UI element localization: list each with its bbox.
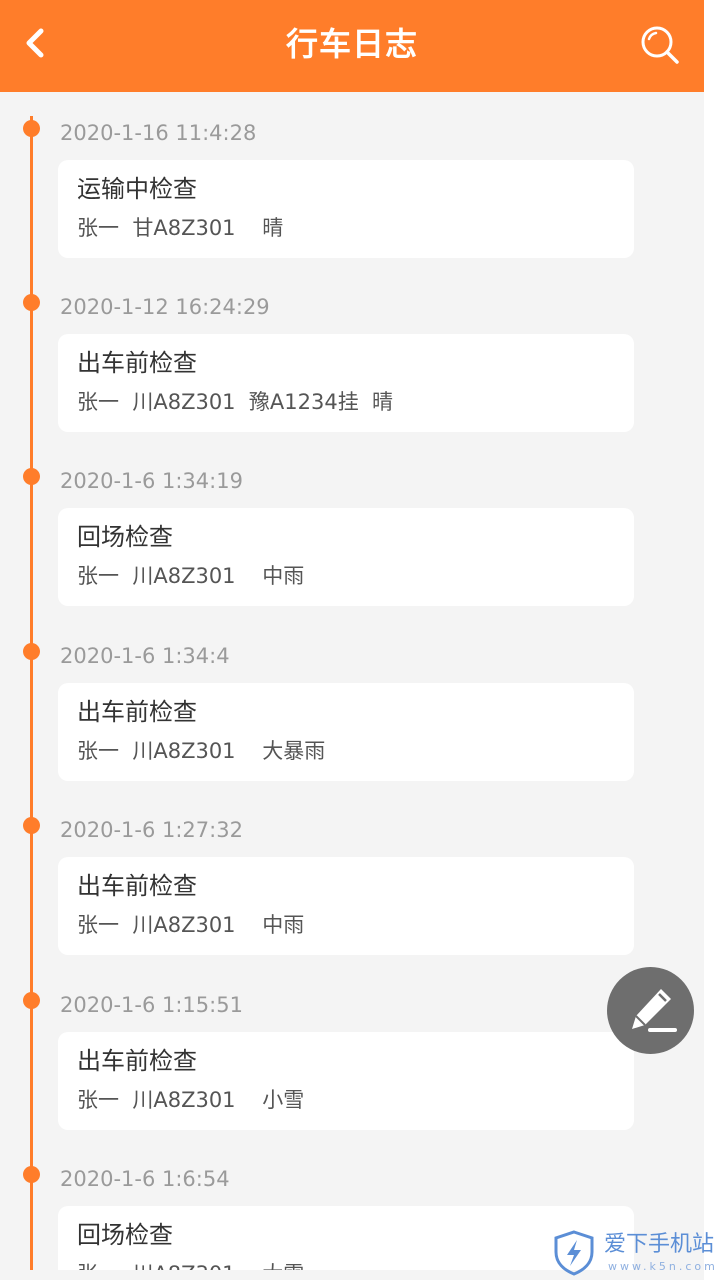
- log-timeline[interactable]: 2020-1-16 11:4:28 运输中检查 张一 甘A8Z301 晴 202…: [0, 92, 704, 1270]
- log-type: 回场检查: [77, 1221, 173, 1249]
- pencil-icon: [632, 989, 677, 1032]
- log-card[interactable]: 回场检查 张一 川A8Z301 中雨: [58, 508, 634, 606]
- log-timestamp: 2020-1-6 1:34:19: [60, 469, 243, 493]
- log-detail: 张一 川A8Z301 小雪: [77, 1088, 305, 1112]
- log-detail: 张一 川A8Z301 中雨: [77, 564, 305, 588]
- search-icon: [641, 26, 679, 64]
- log-card[interactable]: 回场检查 张一 川A8Z301 大雪: [58, 1206, 634, 1270]
- log-entry: 2020-1-6 1:34:19 回场检查 张一 川A8Z301 中雨: [0, 450, 704, 625]
- log-type: 出车前检查: [77, 349, 197, 377]
- timeline-dot: [23, 294, 40, 311]
- log-entry: 2020-1-12 16:24:29 出车前检查 张一 川A8Z301 豫A12…: [0, 276, 704, 451]
- log-type: 回场检查: [77, 523, 173, 551]
- watermark-url: www.k5n.com: [608, 1260, 718, 1273]
- log-entry: 2020-1-6 1:27:32 出车前检查 张一 川A8Z301 中雨: [0, 799, 704, 974]
- log-type: 运输中检查: [77, 175, 197, 203]
- log-timestamp: 2020-1-6 1:34:4: [60, 644, 230, 668]
- log-detail: 张一 川A8Z301 豫A1234挂 晴: [77, 390, 394, 414]
- log-type: 出车前检查: [77, 872, 197, 900]
- watermark-name: 爱下手机站: [604, 1232, 715, 1257]
- timeline-dot: [23, 120, 40, 137]
- log-detail: 张一 川A8Z301 中雨: [77, 913, 305, 937]
- log-card[interactable]: 出车前检查 张一 川A8Z301 小雪: [58, 1032, 634, 1130]
- log-card[interactable]: 出车前检查 张一 川A8Z301 中雨: [58, 857, 634, 955]
- shield-bolt-icon: [554, 1230, 594, 1276]
- log-type: 出车前检查: [77, 698, 197, 726]
- log-timestamp: 2020-1-6 1:27:32: [60, 818, 243, 842]
- log-timestamp: 2020-1-16 11:4:28: [60, 121, 257, 145]
- log-entry: 2020-1-6 1:15:51 出车前检查 张一 川A8Z301 小雪: [0, 974, 704, 1149]
- top-app-bar: 行车日志: [0, 0, 704, 92]
- log-card[interactable]: 运输中检查 张一 甘A8Z301 晴: [58, 160, 634, 258]
- timeline-dot: [23, 817, 40, 834]
- log-card[interactable]: 出车前检查 张一 川A8Z301 豫A1234挂 晴: [58, 334, 634, 432]
- right-edge-strip: [704, 0, 720, 1280]
- app-screen: 行车日志 2020-1-16 11:4:28 运输中检查 张一 甘A8Z301 …: [0, 0, 720, 1280]
- log-detail: 张一 甘A8Z301 晴: [77, 216, 284, 240]
- timeline-dot: [23, 643, 40, 660]
- timeline-dot: [23, 468, 40, 485]
- log-timestamp: 2020-1-12 16:24:29: [60, 295, 270, 319]
- log-detail: 张一 川A8Z301 大暴雨: [77, 739, 326, 763]
- site-watermark: 爱下手机站 www.k5n.com: [552, 1226, 720, 1278]
- log-timestamp: 2020-1-6 1:6:54: [60, 1167, 230, 1191]
- log-entry: 2020-1-16 11:4:28 运输中检查 张一 甘A8Z301 晴: [0, 102, 704, 277]
- new-log-button[interactable]: [607, 967, 694, 1054]
- log-timestamp: 2020-1-6 1:15:51: [60, 993, 243, 1017]
- timeline-dot: [23, 992, 40, 1009]
- log-detail: 张一 川A8Z301 大雪: [77, 1259, 304, 1270]
- search-button[interactable]: [636, 22, 684, 70]
- log-entry: 2020-1-6 1:34:4 出车前检查 张一 川A8Z301 大暴雨: [0, 625, 704, 800]
- timeline-dot: [23, 1166, 40, 1183]
- page-title: 行车日志: [285, 25, 418, 63]
- log-type: 出车前检查: [77, 1047, 197, 1075]
- log-card[interactable]: 出车前检查 张一 川A8Z301 大暴雨: [58, 683, 634, 781]
